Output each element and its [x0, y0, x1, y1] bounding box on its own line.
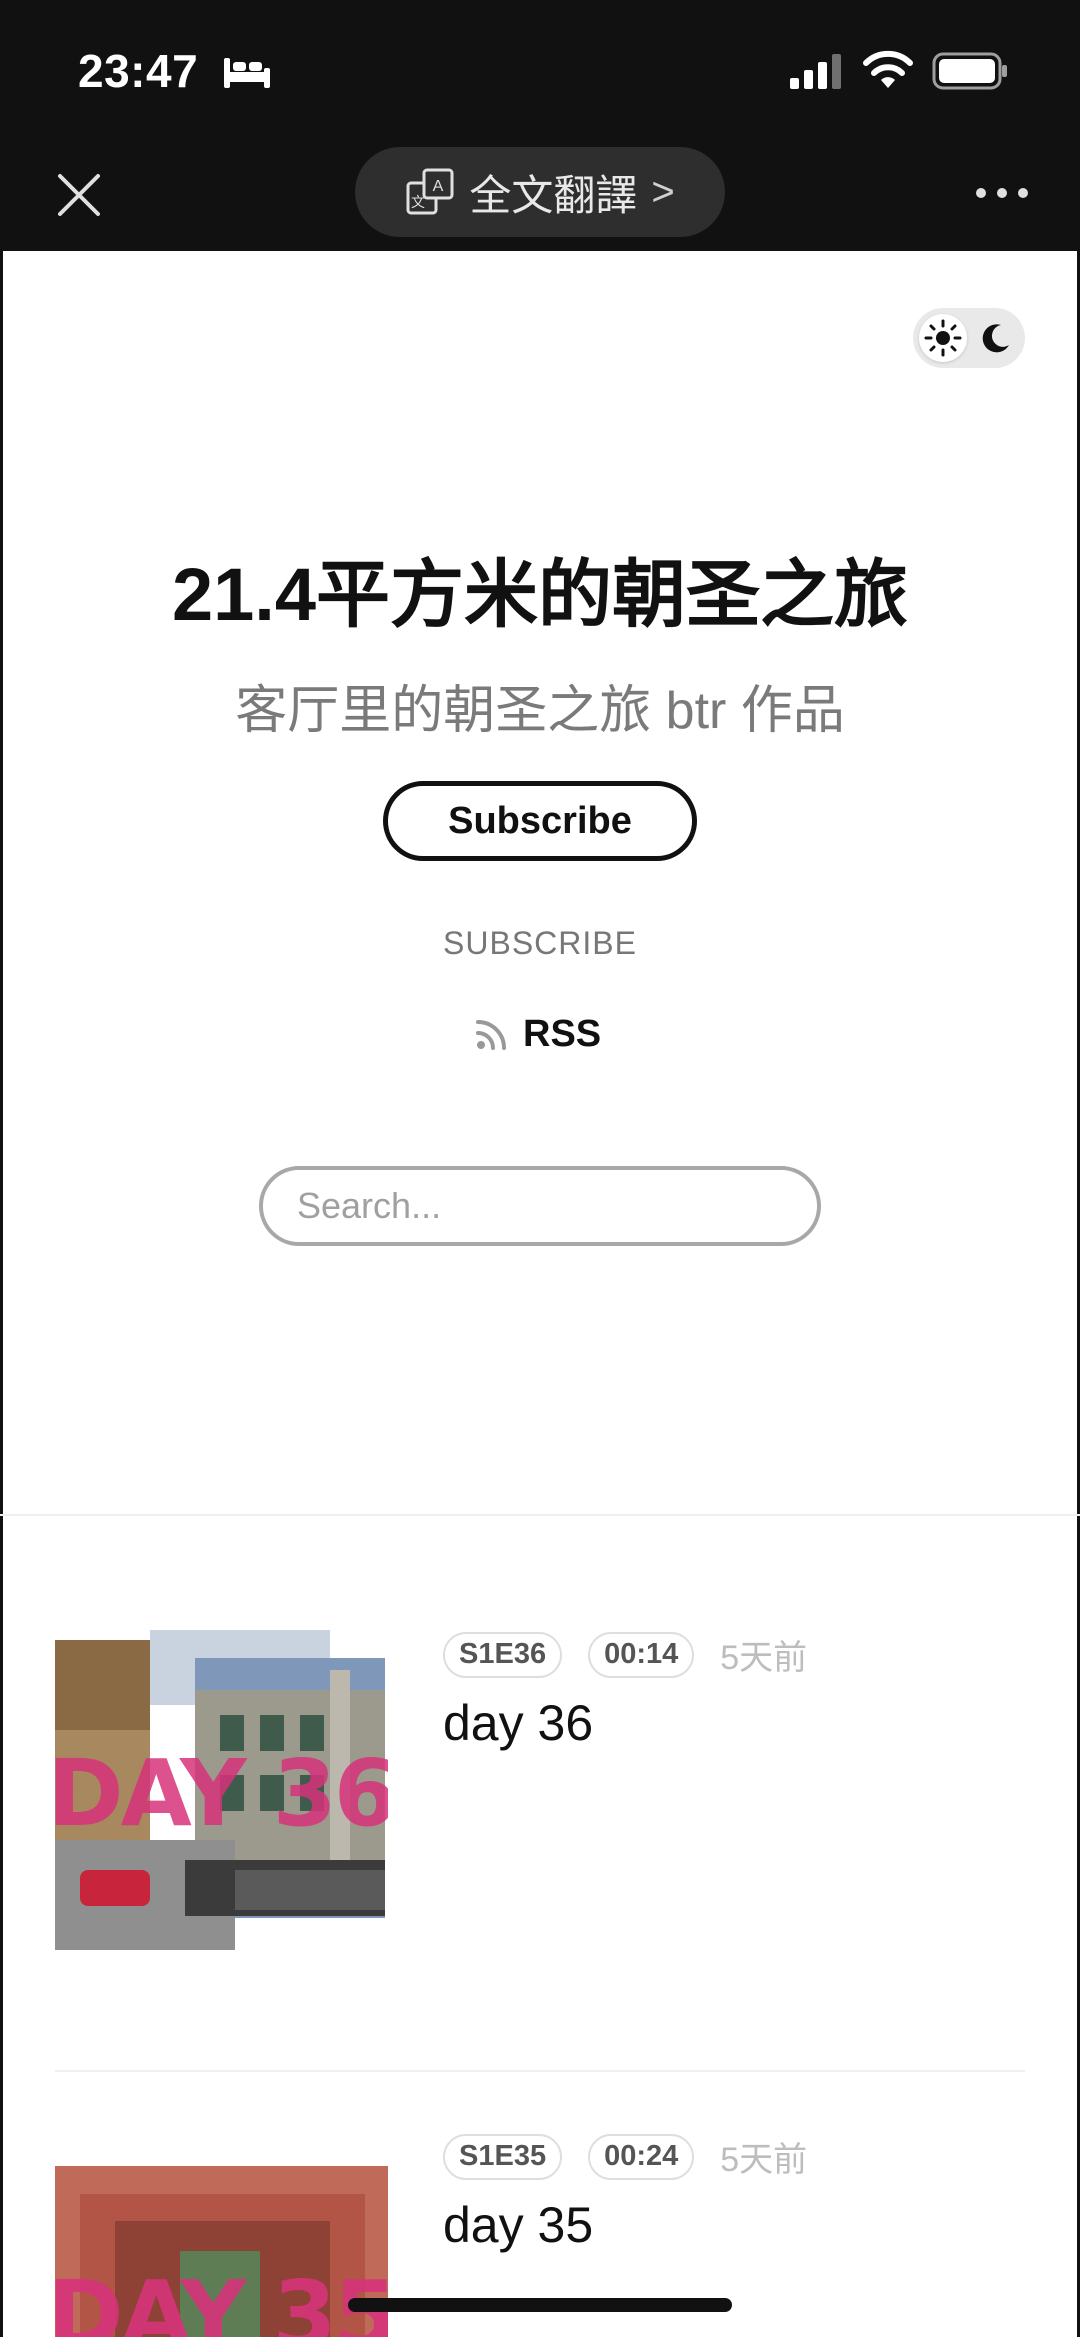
episode-meta: S1E35 00:24 5天前 [443, 2132, 807, 2181]
episode-title[interactable]: day 35 [443, 2196, 593, 2254]
sun-icon [924, 319, 962, 357]
rss-icon [476, 1020, 506, 1050]
chevron-right-icon: > [651, 169, 675, 214]
episode-duration-badge: 00:14 [588, 1631, 695, 1678]
site-subtitle: 客厅里的朝圣之旅 btr 作品 [235, 682, 845, 740]
episode-age: 5天前 [720, 1639, 808, 1677]
episode-meta: S1E36 00:14 5天前 [443, 1630, 807, 1679]
rss-label: RSS [523, 1012, 602, 1055]
episode-code-badge: S1E36 [443, 1631, 563, 1678]
episode-divider [55, 2070, 1025, 2072]
top-chrome: 23:47 A 文 全文翻譯 > [0, 0, 1080, 251]
svg-text:文: 文 [411, 195, 425, 211]
translate-icon: A 文 [406, 168, 454, 215]
episode-title[interactable]: day 36 [443, 1694, 593, 1752]
episode-code-badge: S1E35 [443, 2133, 563, 2180]
episode-thumbnail: DAY 35 [55, 2166, 388, 2337]
section-divider [0, 1514, 1080, 1516]
rss-link[interactable]: RSS [475, 1006, 601, 1062]
theme-toggle[interactable] [913, 308, 1025, 368]
thumbnail-day-text: DAY 35 [55, 2261, 388, 2337]
more-icon[interactable] [974, 186, 1030, 200]
svg-text:A: A [433, 178, 444, 195]
thumbnail-day-text: DAY 36 [55, 1740, 388, 1847]
episode-age: 5天前 [720, 2141, 808, 2179]
status-bar: 23:47 [0, 0, 1080, 140]
battery-icon [932, 52, 1007, 90]
site-title: 21.4平方米的朝圣之旅 [171, 553, 909, 636]
moon-icon [982, 324, 1009, 353]
wifi-icon [863, 50, 913, 88]
close-icon[interactable] [54, 170, 104, 220]
subscribe-button[interactable]: Subscribe [383, 781, 697, 861]
search-input[interactable] [259, 1166, 821, 1246]
episode-duration-badge: 00:24 [588, 2133, 695, 2180]
translate-label: 全文翻譯 [469, 171, 638, 219]
episode-item[interactable]: DAY 36 S1E36 00:14 5天前 day 36 [0, 1630, 1080, 1970]
home-indicator [348, 2298, 732, 2312]
subscribe-section-label: SUBSCRIBE [443, 925, 637, 961]
bed-icon [224, 58, 270, 88]
status-time: 23:47 [78, 45, 199, 97]
signal-icon [790, 54, 841, 89]
nav-bar: A 文 全文翻譯 > [0, 140, 1080, 251]
episode-thumbnail: DAY 36 [55, 1630, 388, 1960]
full-text-translate-button[interactable]: A 文 全文翻譯 > [355, 147, 725, 237]
